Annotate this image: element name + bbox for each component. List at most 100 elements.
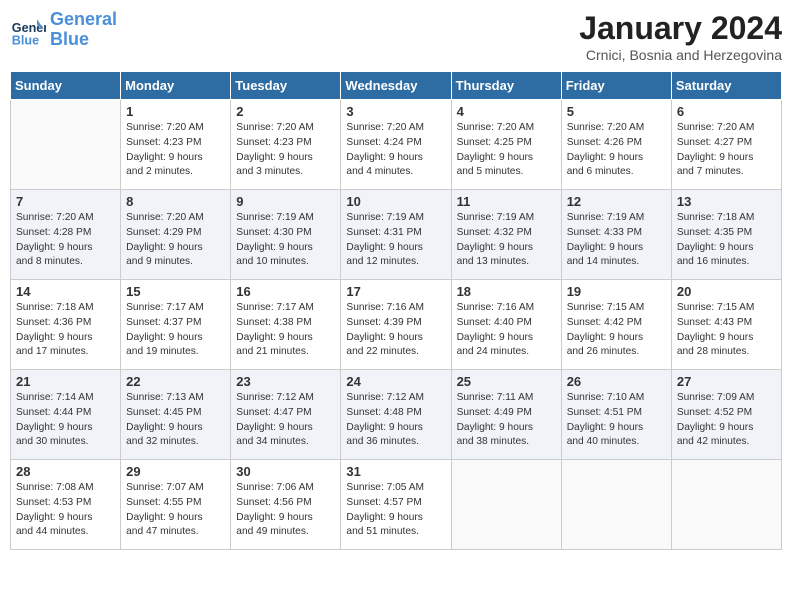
calendar-cell: 8 Sunrise: 7:20 AMSunset: 4:29 PMDaylight…	[121, 190, 231, 280]
logo: General Blue General Blue	[10, 10, 117, 50]
location: Crnici, Bosnia and Herzegovina	[579, 47, 782, 63]
calendar-cell: 14 Sunrise: 7:18 AMSunset: 4:36 PMDayligh…	[11, 280, 121, 370]
day-info: Sunrise: 7:17 AMSunset: 4:38 PMDaylight:…	[236, 301, 335, 360]
day-info: Sunrise: 7:19 AMSunset: 4:33 PMDaylight:…	[567, 211, 666, 270]
day-header-tuesday: Tuesday	[231, 72, 341, 100]
day-number: 28	[16, 464, 115, 479]
calendar-cell: 6 Sunrise: 7:20 AMSunset: 4:27 PMDaylight…	[671, 100, 781, 190]
day-info: Sunrise: 7:20 AMSunset: 4:25 PMDaylight:…	[457, 121, 556, 180]
calendar-cell: 10 Sunrise: 7:19 AMSunset: 4:31 PMDayligh…	[341, 190, 451, 280]
day-info: Sunrise: 7:20 AMSunset: 4:27 PMDaylight:…	[677, 121, 776, 180]
logo-line2: Blue	[50, 29, 89, 49]
day-number: 25	[457, 374, 556, 389]
calendar-cell: 9Sunrise: 7:19 AMSunset: 4:30 PMDaylight…	[231, 190, 341, 280]
calendar-cell: 30 Sunrise: 7:06 AMSunset: 4:56 PMDayligh…	[231, 460, 341, 550]
calendar-cell: 18Sunrise: 7:16 AMSunset: 4:40 PMDayligh…	[451, 280, 561, 370]
calendar-cell: 26 Sunrise: 7:10 AMSunset: 4:51 PMDayligh…	[561, 370, 671, 460]
day-header-friday: Friday	[561, 72, 671, 100]
calendar-cell: 2 Sunrise: 7:20 AMSunset: 4:23 PMDaylight…	[231, 100, 341, 190]
calendar-cell: 22 Sunrise: 7:13 AMSunset: 4:45 PMDayligh…	[121, 370, 231, 460]
calendar-cell: 11 Sunrise: 7:19 AMSunset: 4:32 PMDayligh…	[451, 190, 561, 280]
day-info: Sunrise: 7:15 AMSunset: 4:42 PMDaylight:…	[567, 301, 666, 360]
calendar-cell: 19 Sunrise: 7:15 AMSunset: 4:42 PMDayligh…	[561, 280, 671, 370]
day-number: 30	[236, 464, 335, 479]
logo-icon: General Blue	[10, 12, 46, 48]
calendar-cell	[671, 460, 781, 550]
calendar-cell: 27 Sunrise: 7:09 AMSunset: 4:52 PMDayligh…	[671, 370, 781, 460]
calendar-cell: 23 Sunrise: 7:12 AMSunset: 4:47 PMDayligh…	[231, 370, 341, 460]
day-number: 27	[677, 374, 776, 389]
day-info: Sunrise: 7:12 AMSunset: 4:47 PMDaylight:…	[236, 391, 335, 450]
day-info: Sunrise: 7:20 AMSunset: 4:28 PMDaylight:…	[16, 211, 115, 270]
day-info: Sunrise: 7:16 AMSunset: 4:40 PMDaylight:…	[457, 301, 556, 360]
day-header-thursday: Thursday	[451, 72, 561, 100]
day-info: Sunrise: 7:06 AMSunset: 4:56 PMDaylight:…	[236, 481, 335, 540]
day-info: Sunrise: 7:18 AMSunset: 4:36 PMDaylight:…	[16, 301, 115, 360]
day-info: Sunrise: 7:20 AMSunset: 4:26 PMDaylight:…	[567, 121, 666, 180]
day-info: Sunrise: 7:19 AMSunset: 4:31 PMDaylight:…	[346, 211, 445, 270]
day-number: 1	[126, 104, 225, 119]
calendar-cell: 4 Sunrise: 7:20 AMSunset: 4:25 PMDaylight…	[451, 100, 561, 190]
day-number: 8	[126, 194, 225, 209]
day-number: 4	[457, 104, 556, 119]
day-info: Sunrise: 7:12 AMSunset: 4:48 PMDaylight:…	[346, 391, 445, 450]
calendar-cell: 17Sunrise: 7:16 AMSunset: 4:39 PMDayligh…	[341, 280, 451, 370]
day-number: 7	[16, 194, 115, 209]
calendar: SundayMondayTuesdayWednesdayThursdayFrid…	[10, 71, 782, 550]
day-number: 13	[677, 194, 776, 209]
calendar-cell: 3 Sunrise: 7:20 AMSunset: 4:24 PMDaylight…	[341, 100, 451, 190]
day-info: Sunrise: 7:05 AMSunset: 4:57 PMDaylight:…	[346, 481, 445, 540]
calendar-cell: 29Sunrise: 7:07 AMSunset: 4:55 PMDayligh…	[121, 460, 231, 550]
day-number: 21	[16, 374, 115, 389]
day-info: Sunrise: 7:19 AMSunset: 4:32 PMDaylight:…	[457, 211, 556, 270]
day-info: Sunrise: 7:16 AMSunset: 4:39 PMDaylight:…	[346, 301, 445, 360]
day-info: Sunrise: 7:20 AMSunset: 4:29 PMDaylight:…	[126, 211, 225, 270]
calendar-cell: 28 Sunrise: 7:08 AMSunset: 4:53 PMDayligh…	[11, 460, 121, 550]
day-number: 12	[567, 194, 666, 209]
day-number: 22	[126, 374, 225, 389]
day-info: Sunrise: 7:20 AMSunset: 4:23 PMDaylight:…	[236, 121, 335, 180]
day-info: Sunrise: 7:17 AMSunset: 4:37 PMDaylight:…	[126, 301, 225, 360]
day-info: Sunrise: 7:10 AMSunset: 4:51 PMDaylight:…	[567, 391, 666, 450]
calendar-cell: 12 Sunrise: 7:19 AMSunset: 4:33 PMDayligh…	[561, 190, 671, 280]
calendar-cell: 5 Sunrise: 7:20 AMSunset: 4:26 PMDaylight…	[561, 100, 671, 190]
day-header-monday: Monday	[121, 72, 231, 100]
day-number: 14	[16, 284, 115, 299]
title-block: January 2024 Crnici, Bosnia and Herzegov…	[579, 10, 782, 63]
day-number: 10	[346, 194, 445, 209]
calendar-cell: 7 Sunrise: 7:20 AMSunset: 4:28 PMDaylight…	[11, 190, 121, 280]
calendar-cell: 15 Sunrise: 7:17 AMSunset: 4:37 PMDayligh…	[121, 280, 231, 370]
day-number: 15	[126, 284, 225, 299]
day-number: 29	[126, 464, 225, 479]
day-info: Sunrise: 7:20 AMSunset: 4:23 PMDaylight:…	[126, 121, 225, 180]
day-number: 19	[567, 284, 666, 299]
day-info: Sunrise: 7:13 AMSunset: 4:45 PMDaylight:…	[126, 391, 225, 450]
calendar-cell: 16 Sunrise: 7:17 AMSunset: 4:38 PMDayligh…	[231, 280, 341, 370]
calendar-cell: 25 Sunrise: 7:11 AMSunset: 4:49 PMDayligh…	[451, 370, 561, 460]
day-number: 3	[346, 104, 445, 119]
calendar-cell	[451, 460, 561, 550]
day-header-sunday: Sunday	[11, 72, 121, 100]
day-number: 16	[236, 284, 335, 299]
calendar-cell: 13Sunrise: 7:18 AMSunset: 4:35 PMDayligh…	[671, 190, 781, 280]
svg-text:Blue: Blue	[12, 33, 39, 47]
day-number: 26	[567, 374, 666, 389]
day-number: 20	[677, 284, 776, 299]
calendar-cell: 24Sunrise: 7:12 AMSunset: 4:48 PMDayligh…	[341, 370, 451, 460]
day-info: Sunrise: 7:11 AMSunset: 4:49 PMDaylight:…	[457, 391, 556, 450]
calendar-body: 1 Sunrise: 7:20 AMSunset: 4:23 PMDaylight…	[11, 100, 782, 550]
day-number: 11	[457, 194, 556, 209]
calendar-header: SundayMondayTuesdayWednesdayThursdayFrid…	[11, 72, 782, 100]
day-info: Sunrise: 7:09 AMSunset: 4:52 PMDaylight:…	[677, 391, 776, 450]
day-number: 5	[567, 104, 666, 119]
page-header: General Blue General Blue January 2024 C…	[10, 10, 782, 63]
day-number: 6	[677, 104, 776, 119]
day-number: 23	[236, 374, 335, 389]
day-info: Sunrise: 7:08 AMSunset: 4:53 PMDaylight:…	[16, 481, 115, 540]
day-info: Sunrise: 7:20 AMSunset: 4:24 PMDaylight:…	[346, 121, 445, 180]
day-number: 2	[236, 104, 335, 119]
day-info: Sunrise: 7:15 AMSunset: 4:43 PMDaylight:…	[677, 301, 776, 360]
day-header-saturday: Saturday	[671, 72, 781, 100]
day-number: 9	[236, 194, 335, 209]
day-info: Sunrise: 7:14 AMSunset: 4:44 PMDaylight:…	[16, 391, 115, 450]
